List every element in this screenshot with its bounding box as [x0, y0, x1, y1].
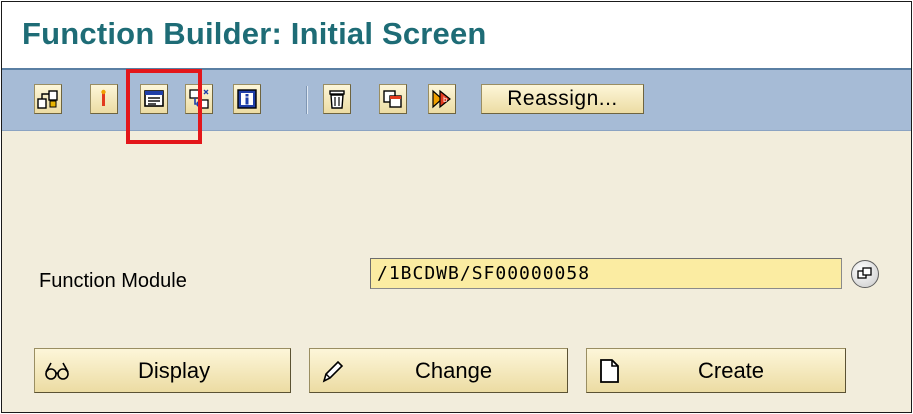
- create-label: Create: [698, 358, 765, 383]
- delete-button[interactable]: [323, 84, 351, 114]
- highlight-box: [126, 69, 202, 144]
- create-button[interactable]: Create: [586, 348, 846, 393]
- other-object-button[interactable]: [34, 84, 62, 114]
- duplicate-icon: [383, 90, 402, 108]
- sap-window: Function Builder: Initial Screen b Reass…: [1, 1, 912, 413]
- svg-text:b: b: [443, 96, 448, 104]
- reassign-button[interactable]: Reassign...: [481, 84, 644, 114]
- function-module-input[interactable]: /1BCDWB/SF00000058: [370, 258, 842, 289]
- page-title: Function Builder: Initial Screen: [22, 16, 487, 51]
- rename-icon: b: [432, 89, 451, 109]
- display-button[interactable]: Display: [34, 348, 291, 393]
- information-button[interactable]: [233, 84, 261, 114]
- toolbar-separator: [306, 86, 308, 114]
- glasses-icon: [45, 362, 69, 380]
- duplicate-button[interactable]: [379, 84, 407, 114]
- possible-entries-icon: [857, 267, 872, 279]
- pencil-icon: [322, 360, 344, 383]
- rename-button[interactable]: b: [428, 84, 456, 114]
- delete-icon: [329, 90, 345, 109]
- where-used-button[interactable]: [90, 84, 118, 114]
- information-icon: [237, 89, 257, 109]
- change-button[interactable]: Change: [309, 348, 568, 393]
- new-document-icon: [600, 359, 619, 383]
- display-label: Display: [138, 358, 211, 383]
- possible-entries-button[interactable]: [851, 260, 879, 288]
- where-used-icon: [101, 89, 106, 106]
- other-object-icon: [37, 90, 58, 109]
- title-bar: Function Builder: Initial Screen: [2, 2, 911, 70]
- change-label: Change: [415, 358, 493, 383]
- function-module-label: Function Module: [39, 270, 187, 292]
